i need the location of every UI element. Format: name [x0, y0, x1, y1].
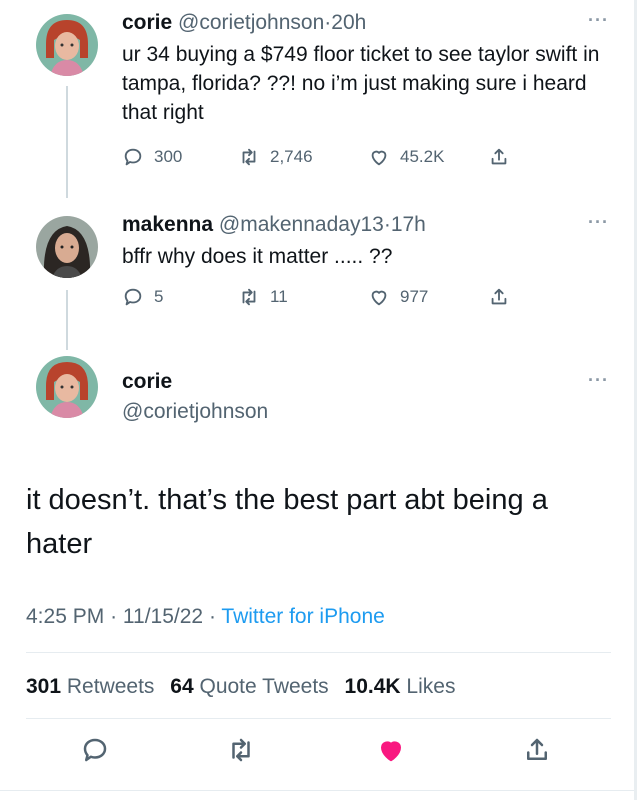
like-button[interactable]: 45.2K [368, 146, 488, 168]
tweet-date[interactable]: 11/15/22 [123, 605, 203, 628]
tweet-actions: 5 11 977 [122, 286, 520, 308]
tweet-time[interactable]: 4:25 PM [26, 605, 104, 628]
reply-count: 300 [154, 147, 183, 166]
user-handle[interactable]: @makennaday13 [219, 213, 384, 236]
retweet-button[interactable] [226, 735, 256, 765]
timestamp[interactable]: 20h [331, 11, 366, 34]
more-icon[interactable]: ··· [588, 370, 609, 391]
tweet-actions: 300 2,746 45.2K [122, 146, 520, 168]
like-count: 977 [400, 287, 429, 306]
share-button[interactable] [488, 286, 520, 308]
main-tweet-actions [0, 735, 637, 771]
more-icon[interactable]: ··· [588, 212, 609, 233]
divider [26, 652, 611, 653]
tweet-meta: 4:25 PM · 11/15/22 · Twitter for iPhone [26, 605, 385, 629]
user-handle[interactable]: @corietjohnson [122, 400, 268, 424]
quotes-label: Quote Tweets [199, 675, 329, 698]
display-name[interactable]: corie [122, 370, 172, 394]
reply-button[interactable] [80, 735, 110, 765]
retweet-count: 2,746 [270, 147, 313, 166]
timestamp[interactable]: 17h [391, 213, 426, 236]
quotes-stat[interactable]: 64 Quote Tweets [170, 675, 328, 698]
tweet-source-link[interactable]: Twitter for iPhone [221, 605, 384, 628]
reply-icon [124, 148, 142, 166]
more-icon[interactable]: ··· [588, 10, 609, 31]
likes-stat[interactable]: 10.4K Likes [345, 675, 456, 698]
thread-line [66, 86, 68, 198]
retweet-icon [242, 288, 256, 306]
reply-count: 5 [154, 287, 164, 306]
likes-label: Likes [406, 675, 456, 698]
separator: · [383, 213, 391, 236]
display-name[interactable]: corie [122, 11, 172, 34]
like-icon [381, 741, 401, 762]
divider [0, 790, 637, 791]
share-button[interactable] [488, 146, 520, 168]
thread-line [66, 290, 68, 350]
retweet-icon [232, 738, 250, 762]
tweet-stats: 301 Retweets 64 Quote Tweets 10.4K Likes [26, 675, 455, 699]
separator: · [208, 605, 216, 628]
share-icon [527, 738, 547, 760]
user-handle[interactable]: @corietjohnson [178, 11, 324, 34]
like-icon [371, 290, 387, 306]
like-icon [371, 150, 387, 166]
tweet-header: makenna @makennaday13·17h [122, 212, 426, 238]
avatar[interactable] [36, 216, 98, 278]
reply-icon [83, 738, 107, 762]
share-button[interactable] [522, 735, 552, 765]
separator: · [110, 605, 118, 628]
reply-button[interactable]: 300 [122, 146, 238, 168]
avatar[interactable] [36, 356, 98, 418]
retweet-count: 11 [270, 287, 288, 306]
reply-button[interactable]: 5 [122, 286, 238, 308]
tweet-text: it doesn’t. that’s the best part abt bei… [26, 484, 548, 560]
retweets-label: Retweets [66, 675, 155, 698]
tweet-text: bffr why does it matter ..... ?? [122, 245, 393, 268]
retweets-stat[interactable]: 301 Retweets [26, 675, 154, 698]
like-button[interactable] [376, 735, 406, 765]
reply-icon [124, 288, 142, 306]
retweets-count: 301 [26, 675, 62, 698]
likes-count: 10.4K [344, 675, 401, 698]
retweet-icon [242, 148, 256, 166]
like-count: 45.2K [400, 147, 445, 166]
share-icon [491, 148, 507, 165]
like-button[interactable]: 977 [368, 286, 488, 308]
divider [26, 718, 611, 719]
retweet-button[interactable]: 2,746 [238, 146, 368, 168]
tweet-text: ur 34 buying a $749 floor ticket to see … [122, 43, 600, 124]
share-icon [491, 288, 507, 305]
avatar[interactable] [36, 14, 98, 76]
tweet-header: corie @corietjohnson·20h [122, 10, 366, 36]
retweet-button[interactable]: 11 [238, 286, 368, 308]
display-name[interactable]: makenna [122, 213, 213, 236]
quotes-count: 64 [170, 675, 194, 698]
